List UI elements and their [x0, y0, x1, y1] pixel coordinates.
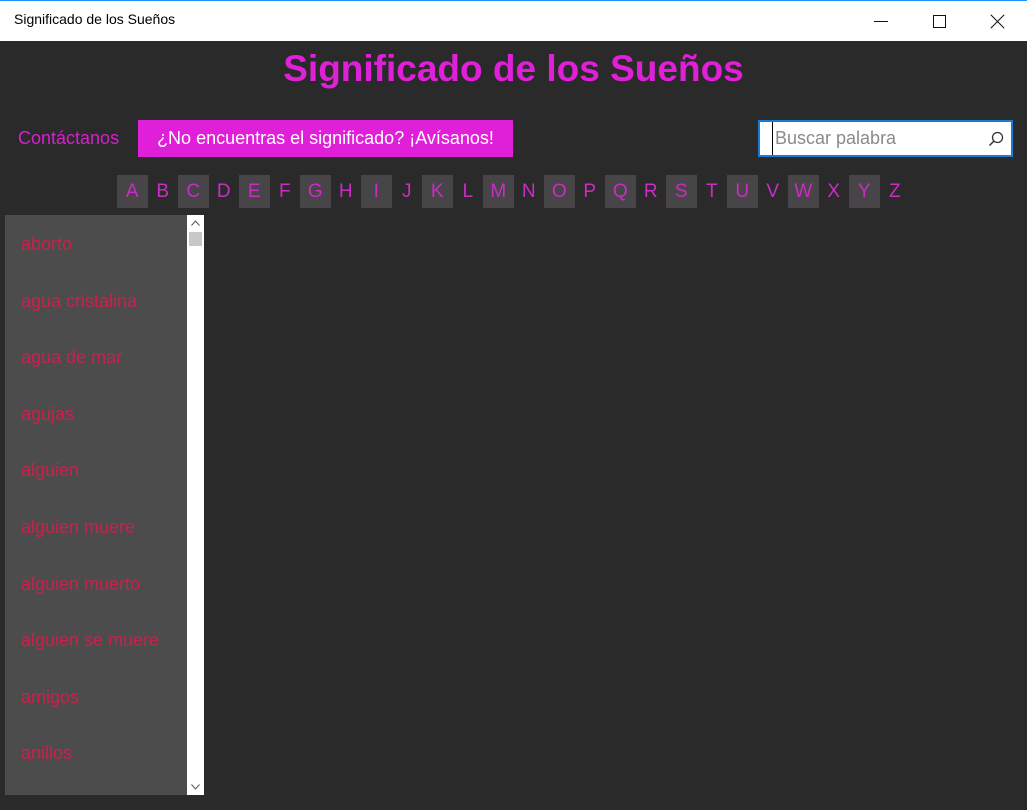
- page-title: Significado de los Sueños: [283, 48, 744, 89]
- letter-x[interactable]: X: [819, 175, 850, 208]
- letter-y[interactable]: Y: [849, 175, 880, 208]
- letter-h[interactable]: H: [331, 175, 362, 208]
- maximize-button[interactable]: [910, 1, 968, 41]
- letter-d[interactable]: D: [209, 175, 240, 208]
- minimize-button[interactable]: [852, 1, 910, 41]
- list-item[interactable]: aborto: [5, 216, 187, 273]
- letter-l[interactable]: L: [453, 175, 484, 208]
- alphabet-index: ABCDEFGHIJKLMNOPQRSTUVWXYZ: [117, 175, 910, 208]
- scroll-down-icon[interactable]: [187, 779, 204, 795]
- letter-a[interactable]: A: [117, 175, 148, 208]
- window-titlebar: Significado de los Sueños: [0, 0, 1027, 41]
- letter-r[interactable]: R: [636, 175, 667, 208]
- list-item[interactable]: agujas: [5, 386, 187, 443]
- list-item[interactable]: alguien se muere: [5, 612, 187, 669]
- letter-e[interactable]: E: [239, 175, 270, 208]
- letter-u[interactable]: U: [727, 175, 758, 208]
- letter-c[interactable]: C: [178, 175, 209, 208]
- letter-q[interactable]: Q: [605, 175, 636, 208]
- letter-o[interactable]: O: [544, 175, 575, 208]
- list-item[interactable]: amigos: [5, 669, 187, 726]
- letter-b[interactable]: B: [148, 175, 179, 208]
- list-scrollbar[interactable]: [187, 215, 204, 795]
- letter-j[interactable]: J: [392, 175, 423, 208]
- maximize-icon: [932, 14, 946, 28]
- minimize-icon: [874, 20, 888, 22]
- letter-w[interactable]: W: [788, 175, 819, 208]
- list-item[interactable]: alguien muerto: [5, 556, 187, 613]
- letter-f[interactable]: F: [270, 175, 301, 208]
- close-icon: [990, 14, 1005, 29]
- list-item[interactable]: anillos: [5, 725, 187, 782]
- list-item[interactable]: alguien: [5, 442, 187, 499]
- letter-n[interactable]: N: [514, 175, 545, 208]
- search-icon[interactable]: [988, 131, 1004, 147]
- dream-list: aborto agua cristalina agua de mar agujas al…: [5, 215, 187, 795]
- letter-p[interactable]: P: [575, 175, 606, 208]
- list-item[interactable]: agua de mar: [5, 329, 187, 386]
- window-title: Significado de los Sueños: [14, 11, 176, 27]
- list-item[interactable]: agua cristalina: [5, 273, 187, 330]
- close-button[interactable]: [968, 1, 1026, 41]
- contact-link[interactable]: Contáctanos: [18, 128, 119, 149]
- letter-v[interactable]: V: [758, 175, 789, 208]
- scroll-thumb[interactable]: [189, 232, 202, 246]
- report-missing-button[interactable]: ¿No encuentras el significado? ¡Avísanos…: [138, 120, 513, 157]
- search-box: [758, 120, 1013, 157]
- letter-z[interactable]: Z: [880, 175, 911, 208]
- letter-m[interactable]: M: [483, 175, 514, 208]
- letter-k[interactable]: K: [422, 175, 453, 208]
- list-item[interactable]: alguien muere: [5, 499, 187, 556]
- letter-g[interactable]: G: [300, 175, 331, 208]
- letter-i[interactable]: I: [361, 175, 392, 208]
- search-input[interactable]: [772, 122, 980, 155]
- letter-t[interactable]: T: [697, 175, 728, 208]
- scroll-up-icon[interactable]: [187, 215, 204, 231]
- letter-s[interactable]: S: [666, 175, 697, 208]
